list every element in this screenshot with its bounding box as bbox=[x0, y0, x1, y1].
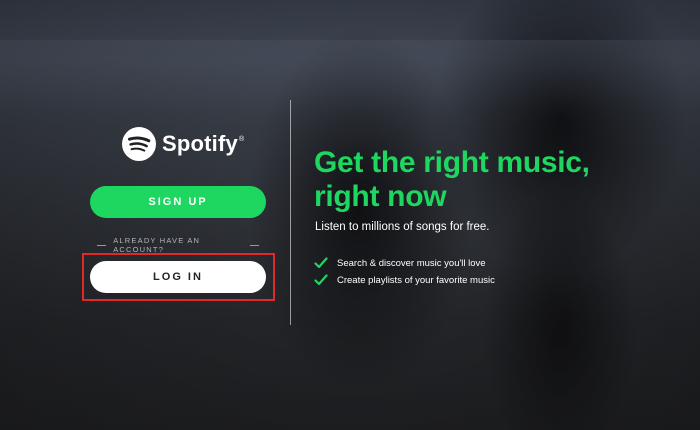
check-icon bbox=[314, 274, 328, 286]
login-highlight-box bbox=[82, 253, 275, 301]
logo-wordmark: Spotify bbox=[162, 131, 238, 156]
spotify-logo-icon bbox=[122, 127, 156, 161]
feature-label: Search & discover music you'll love bbox=[337, 257, 486, 269]
separator-line-left bbox=[97, 244, 107, 246]
feature-list: Search & discover music you'll love Crea… bbox=[314, 255, 495, 289]
headline: Get the right music, right now bbox=[314, 146, 654, 214]
feature-item: Create playlists of your favorite music bbox=[314, 272, 495, 288]
feature-label: Create playlists of your favorite music bbox=[337, 274, 495, 286]
signup-button[interactable]: SIGN UP bbox=[90, 186, 266, 218]
headline-line-2: right now bbox=[314, 180, 447, 213]
vertical-divider bbox=[290, 100, 291, 325]
subheadline: Listen to millions of songs for free. bbox=[315, 221, 490, 233]
already-have-account: ALREADY HAVE AN ACCOUNT? bbox=[90, 236, 266, 254]
headline-line-1: Get the right music, bbox=[314, 146, 590, 179]
spotify-logo: Spotify ® bbox=[122, 127, 244, 161]
trademark-mark: ® bbox=[238, 136, 245, 143]
already-label: ALREADY HAVE AN ACCOUNT? bbox=[113, 236, 201, 254]
feature-item: Search & discover music you'll love bbox=[314, 255, 495, 271]
separator-line-right bbox=[249, 244, 260, 246]
check-icon bbox=[314, 257, 328, 269]
